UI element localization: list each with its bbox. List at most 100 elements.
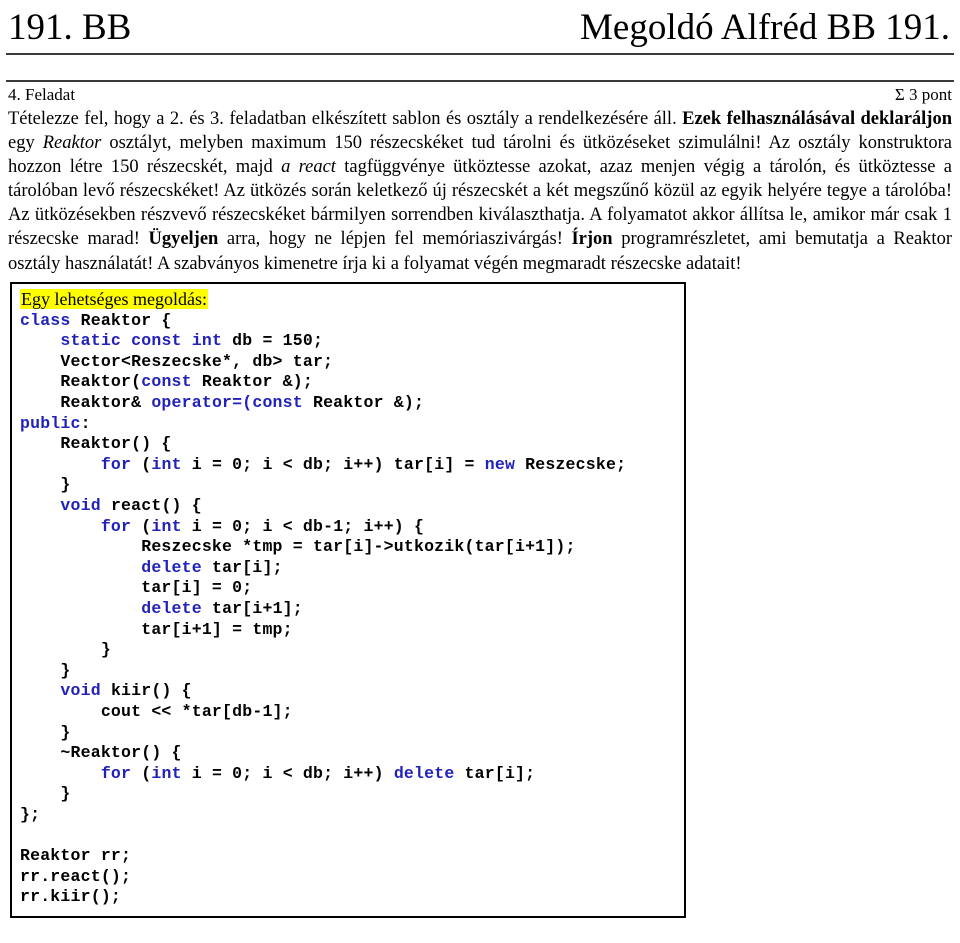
code-line: } [20, 784, 71, 803]
code-line: static const int db = 150; [20, 331, 323, 350]
code-line: tar[i+1] = tmp; [20, 620, 293, 639]
code-line: void react() { [20, 496, 202, 515]
code-line: Reaktor(const Reaktor &); [20, 372, 313, 391]
code-text: i = 0; i < db; i++) tar[i] = [181, 454, 485, 474]
code-line: } [20, 661, 71, 680]
code-keyword: void [60, 496, 101, 515]
code-line: Reszecske *tmp = tar[i]->utkozik(tar[i+1… [20, 537, 576, 556]
code-text: : [80, 413, 91, 433]
code-text: }; [20, 804, 41, 824]
task-text-run-2: egy [8, 133, 43, 154]
task-text-run-8: arra, hogy ne lépjen fel memóriaszivárgá… [218, 229, 572, 250]
code-line: Vector<Reszecske*, db> tar; [20, 352, 333, 371]
code-line: rr.kiir(); [20, 887, 121, 906]
code-line: tar[i] = 0; [20, 578, 252, 597]
code-text: Reaktor( [20, 372, 142, 392]
code-line: Reaktor rr; [20, 846, 131, 865]
code-line: void kiir() { [20, 681, 192, 700]
solution-caption: Egy lehetséges megoldás: [20, 288, 208, 310]
code-keyword: for [100, 763, 132, 783]
task-text-run-9: Írjon [571, 229, 613, 250]
code-keyword: static const int [60, 331, 223, 351]
code-keyword: new [484, 454, 516, 474]
code-text: tar[i]; [201, 557, 283, 577]
task-description-paragraph: Tételezze fel, hogy a 2. és 3. feladatba… [6, 107, 954, 276]
solution-caption-text: Egy lehetséges megoldás: [20, 288, 208, 309]
code-line: public: [20, 414, 91, 433]
code-line: } [20, 723, 71, 742]
code-text: Reszecske *tmp = tar[i]->utkozik(tar[i+1… [20, 537, 576, 557]
code-line: Reaktor() { [20, 434, 172, 453]
document-page: 191. BB Megoldó Alfréd BB 191. 4. Felada… [0, 0, 960, 943]
code-text: } [20, 784, 71, 804]
task-header-line: 4. Feladat Σ 3 pont [6, 82, 954, 106]
code-text: rr.react(); [20, 866, 132, 886]
code-keyword: int [151, 454, 182, 474]
code-line: delete tar[i+1]; [20, 599, 303, 618]
code-text: ( [131, 763, 152, 783]
header-right-title: Megoldó Alfréd BB 191. [580, 7, 950, 48]
code-text: } [20, 660, 71, 680]
page-header: 191. BB Megoldó Alfréd BB 191. [6, 0, 954, 50]
code-line: class Reaktor { [20, 311, 172, 330]
code-line: ~Reaktor() { [20, 743, 182, 762]
header-rule-spacer [6, 55, 954, 80]
code-keyword: for [100, 454, 132, 474]
code-text: Reaktor() { [20, 434, 172, 454]
code-text: Reaktor &); [191, 372, 313, 392]
code-line: }; [20, 805, 40, 824]
code-line: delete tar[i]; [20, 558, 283, 577]
task-text-run-1: Ezek felhasználásával deklaráljon [682, 109, 952, 129]
code-text: Reaktor rr; [20, 846, 132, 866]
code-keyword: delete [393, 763, 455, 783]
task-text-run-3: Reaktor [42, 133, 102, 154]
task-number-label: 4. Feladat [8, 85, 76, 104]
code-text: i = 0; i < db-1; i++) { [181, 516, 425, 536]
code-text: tar[i] = 0; [20, 578, 253, 598]
code-text: ( [131, 516, 152, 536]
code-keyword: for [100, 516, 132, 536]
code-text: tar[i]; [454, 763, 536, 783]
code-text: cout << *tar[db-1]; [20, 701, 293, 721]
task-text-run-5: a react [281, 157, 336, 178]
code-keyword: delete [141, 557, 202, 577]
code-keyword: int [151, 763, 182, 783]
header-left-title: 191. BB [8, 7, 132, 48]
code-line: } [20, 475, 71, 494]
code-line: for (int i = 0; i < db; i++) delete tar[… [20, 764, 535, 783]
code-text: Reaktor &); [302, 393, 425, 413]
code-line: } [20, 640, 111, 659]
code-text: Reaktor& [20, 393, 152, 413]
code-keyword: operator=(const [151, 393, 303, 413]
code-text: } [20, 475, 71, 495]
code-text: i = 0; i < db; i++) [181, 763, 394, 783]
code-text: } [20, 640, 111, 660]
code-text: react() { [100, 496, 202, 515]
code-text: tar[i+1] = tmp; [20, 619, 293, 639]
code-line: cout << *tar[db-1]; [20, 702, 293, 721]
code-text: Vector<Reszecske*, db> tar; [20, 351, 334, 371]
task-points-label: Σ 3 pont [894, 85, 952, 104]
task-text-run-7: Ügyeljen [148, 229, 219, 250]
code-line: Reaktor& operator=(const Reaktor &); [20, 393, 424, 412]
code-text: Reszecske; [515, 454, 627, 474]
code-text: rr.kiir(); [20, 887, 122, 907]
solution-code-box: Egy lehetséges megoldás: class Reaktor {… [10, 281, 686, 918]
code-keyword: void [60, 681, 101, 701]
code-text: db = 150; [222, 331, 324, 351]
code-text: ~Reaktor() { [20, 743, 182, 763]
code-line: for (int i = 0; i < db-1; i++) { [20, 517, 424, 536]
code-line: for (int i = 0; i < db; i++) tar[i] = ne… [20, 455, 626, 474]
code-text: kiir() { [100, 681, 192, 701]
code-keyword: class [20, 310, 71, 330]
code-keyword: public [20, 413, 81, 433]
task-text-run-0: Tételezze fel, hogy a 2. és 3. feladatba… [8, 109, 683, 129]
